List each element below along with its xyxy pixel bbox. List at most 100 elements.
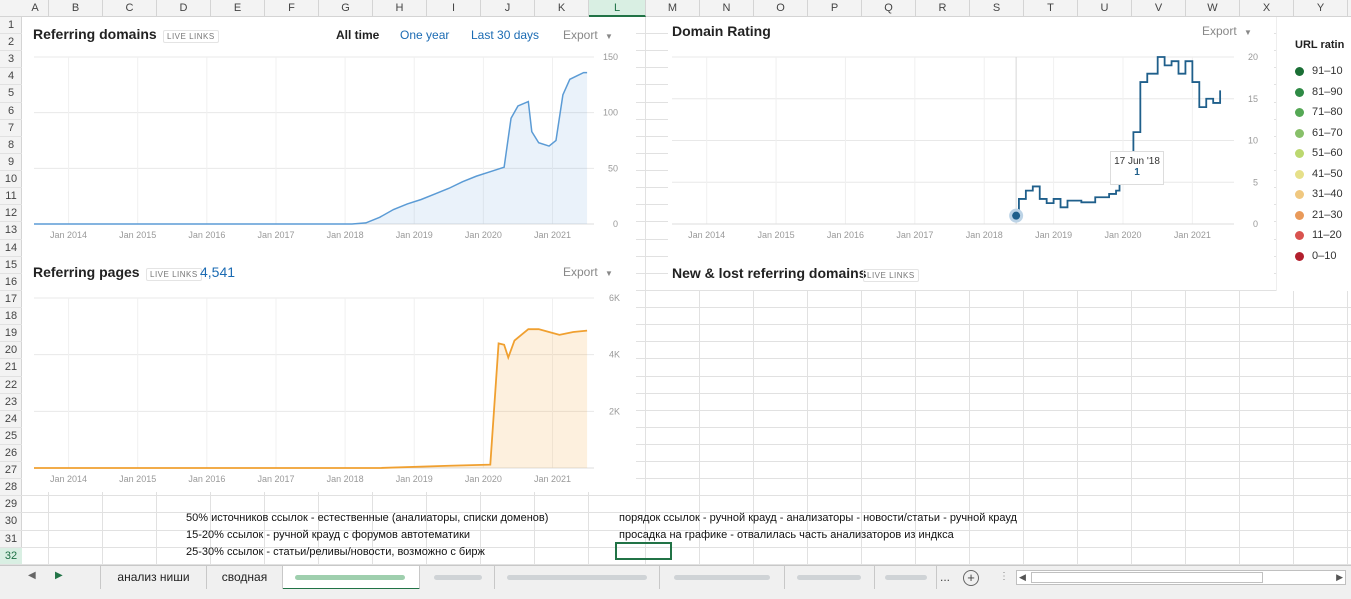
legend-dot xyxy=(1295,251,1304,261)
row-header-8[interactable]: 8 xyxy=(0,137,22,154)
column-header-k[interactable]: K xyxy=(535,0,589,17)
x-tick-label: Jan 2018 xyxy=(966,230,1003,240)
row-header-22[interactable]: 22 xyxy=(0,377,22,394)
row-header-3[interactable]: 3 xyxy=(0,51,22,69)
y-tick-label: 100 xyxy=(603,108,618,118)
row-header-10[interactable]: 10 xyxy=(0,171,22,189)
horizontal-scrollbar[interactable]: ◀ ▶ xyxy=(1016,570,1346,585)
column-header-r[interactable]: R xyxy=(916,0,970,17)
column-header-a[interactable]: A xyxy=(22,0,49,17)
legend-item-label[interactable]: 21–30 xyxy=(1312,209,1343,221)
row-header-16[interactable]: 16 xyxy=(0,274,22,291)
row-header-14[interactable]: 14 xyxy=(0,240,22,257)
row-header-17[interactable]: 17 xyxy=(0,291,22,309)
legend-item-label[interactable]: 61–70 xyxy=(1312,127,1343,139)
legend-item-label[interactable]: 51–60 xyxy=(1312,147,1343,159)
row-header-27[interactable]: 27 xyxy=(0,462,22,480)
column-header-d[interactable]: D xyxy=(157,0,211,17)
column-header-u[interactable]: U xyxy=(1078,0,1132,17)
column-header-e[interactable]: E xyxy=(211,0,265,17)
row-header-4[interactable]: 4 xyxy=(0,68,22,86)
row-header-21[interactable]: 21 xyxy=(0,359,22,377)
scrollbar-thumb[interactable] xyxy=(1031,572,1263,583)
x-tick-label: Jan 2020 xyxy=(465,230,502,240)
tab-scroll-right-icon[interactable]: ▶ xyxy=(55,570,63,581)
row-header-25[interactable]: 25 xyxy=(0,428,22,445)
x-tick-label: Jan 2015 xyxy=(119,474,156,484)
row-header-6[interactable]: 6 xyxy=(0,103,22,120)
row-header-28[interactable]: 28 xyxy=(0,479,22,497)
column-header-n[interactable]: N xyxy=(700,0,754,17)
row-header-7[interactable]: 7 xyxy=(0,120,22,137)
row-header-29[interactable]: 29 xyxy=(0,496,22,514)
y-tick-label: 15 xyxy=(1248,94,1258,104)
row-header-31[interactable]: 31 xyxy=(0,531,22,548)
column-header-c[interactable]: C xyxy=(103,0,157,17)
row-header-24[interactable]: 24 xyxy=(0,411,22,428)
column-header-g[interactable]: G xyxy=(319,0,373,17)
legend-item-label[interactable]: 31–40 xyxy=(1312,188,1343,200)
row-header-18[interactable]: 18 xyxy=(0,308,22,326)
cell-d32[interactable]: 25-30% ссылок - статьи/реливы/новости, в… xyxy=(186,546,485,558)
plus-circle-icon[interactable]: + xyxy=(963,570,979,586)
sheet-tab-hidden-4[interactable] xyxy=(785,566,875,590)
row-header-9[interactable]: 9 xyxy=(0,154,22,172)
column-header-v[interactable]: V xyxy=(1132,0,1186,17)
y-tick-label: 10 xyxy=(1248,136,1258,146)
legend-item-label[interactable]: 81–90 xyxy=(1312,86,1343,98)
column-header-o[interactable]: O xyxy=(754,0,808,17)
column-header-s[interactable]: S xyxy=(970,0,1024,17)
domain-rating-tooltip: 17 Jun '18 1 xyxy=(1110,151,1164,185)
x-tick-label: Jan 2019 xyxy=(396,230,433,240)
column-header-w[interactable]: W xyxy=(1186,0,1240,17)
row-header-13[interactable]: 13 xyxy=(0,222,22,240)
row-header-1[interactable]: 1 xyxy=(0,17,22,35)
column-header-b[interactable]: B xyxy=(49,0,103,17)
sheet-tab-hidden-5[interactable] xyxy=(875,566,937,590)
horizontal-scrollbar-handle-icon[interactable]: ⋮ xyxy=(999,571,1009,582)
column-header-p[interactable]: P xyxy=(808,0,862,17)
tab-scroll-left-icon[interactable]: ◀ xyxy=(28,570,36,581)
more-tabs[interactable]: ... xyxy=(940,570,950,584)
scroll-left-icon[interactable]: ◀ xyxy=(1019,572,1026,583)
column-header-j[interactable]: J xyxy=(481,0,535,17)
cell-l31[interactable]: просадка на графике - отвалилась часть а… xyxy=(619,529,954,541)
row-header-12[interactable]: 12 xyxy=(0,205,22,223)
column-header-q[interactable]: Q xyxy=(862,0,916,17)
row-header-5[interactable]: 5 xyxy=(0,85,22,103)
row-header-2[interactable]: 2 xyxy=(0,34,22,52)
sheet-tab-hidden-1[interactable] xyxy=(420,566,495,590)
legend-item-label[interactable]: 71–80 xyxy=(1312,106,1343,118)
row-header-32[interactable]: 32 xyxy=(0,547,22,565)
row-header-11[interactable]: 11 xyxy=(0,188,22,206)
column-header-t[interactable]: T xyxy=(1024,0,1078,17)
sheet-tab-hidden-2[interactable] xyxy=(495,566,660,590)
cell-l30[interactable]: порядок ссылок - ручной крауд - анализат… xyxy=(619,512,1017,524)
row-header-23[interactable]: 23 xyxy=(0,394,22,411)
row-header-26[interactable]: 26 xyxy=(0,445,22,463)
cell-d31[interactable]: 15-20% ссылок - ручной крауд с форумов а… xyxy=(186,529,470,541)
legend-item-label[interactable]: 41–50 xyxy=(1312,168,1343,180)
cell-d30[interactable]: 50% источников ссылок - естественные (ан… xyxy=(186,512,548,524)
column-header-x[interactable]: X xyxy=(1240,0,1294,17)
sheet-tab-svodnaya[interactable]: сводная xyxy=(207,566,283,590)
legend-item-label[interactable]: 91–10 xyxy=(1312,65,1343,77)
column-header-y[interactable]: Y xyxy=(1294,0,1348,17)
column-header-i[interactable]: I xyxy=(427,0,481,17)
sheet-tab-active[interactable] xyxy=(283,566,420,590)
column-header-l[interactable]: L xyxy=(589,0,646,17)
column-header-m[interactable]: M xyxy=(646,0,700,17)
row-header-30[interactable]: 30 xyxy=(0,513,22,531)
row-header-19[interactable]: 19 xyxy=(0,325,22,343)
legend-item-label[interactable]: 0–10 xyxy=(1312,250,1336,262)
column-header-h[interactable]: H xyxy=(373,0,427,17)
column-header-f[interactable]: F xyxy=(265,0,319,17)
row-header-20[interactable]: 20 xyxy=(0,342,22,360)
sheet-tab-hidden-3[interactable] xyxy=(660,566,785,590)
scroll-right-icon[interactable]: ▶ xyxy=(1336,572,1343,583)
legend-item-label[interactable]: 11–20 xyxy=(1312,229,1342,241)
sheet-tab-analiz-nishi[interactable]: анализ ниши xyxy=(100,566,207,590)
legend-dot xyxy=(1295,149,1304,158)
selected-cell-l32[interactable] xyxy=(615,542,672,560)
row-header-15[interactable]: 15 xyxy=(0,257,22,274)
